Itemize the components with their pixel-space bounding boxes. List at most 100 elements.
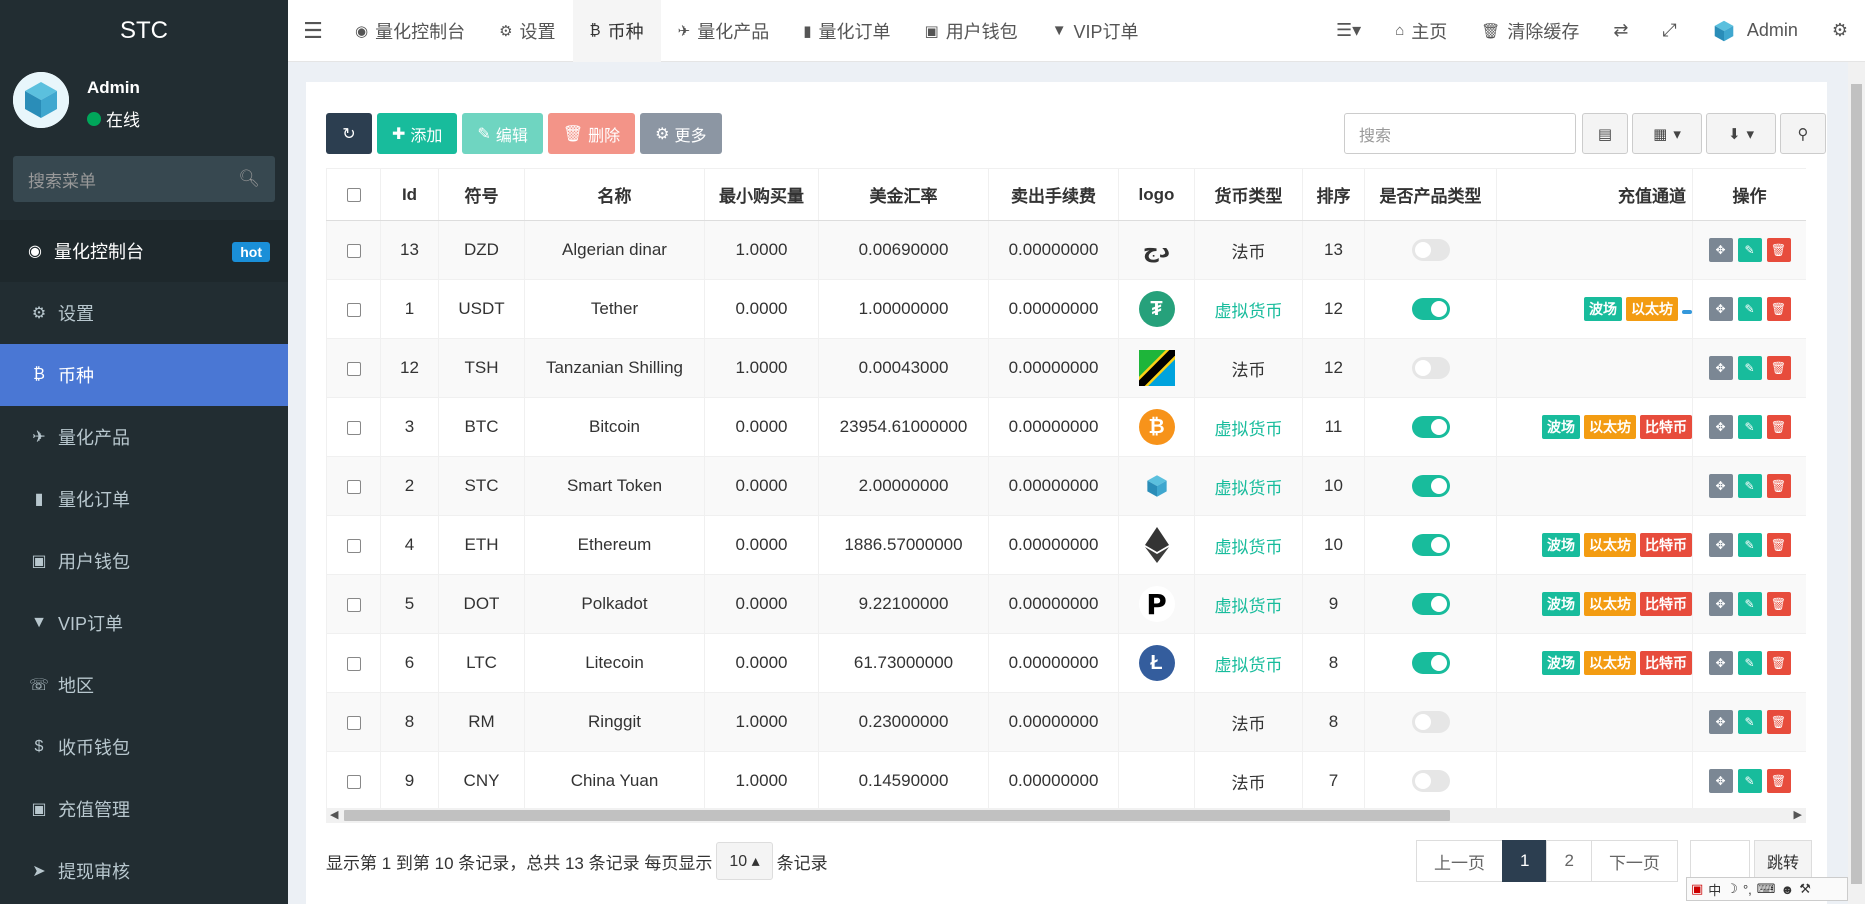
jump-button[interactable]: 跳转 — [1753, 840, 1812, 882]
row-checkbox[interactable] — [326, 456, 381, 516]
row-checkbox[interactable] — [326, 220, 381, 280]
scroll-right-icon[interactable]: ▶ — [1794, 808, 1802, 821]
sidebar-item-settings[interactable]: ⚙ 设置 — [0, 282, 288, 344]
home-link[interactable]: ⌂ 主页 — [1378, 0, 1464, 62]
ime-toolbar[interactable]: ▣ 中 ☽ °, ⌨ ☻ ⚒ — [1686, 877, 1848, 901]
column-header[interactable]: 是否产品类型 — [1364, 168, 1497, 221]
search-icon[interactable]: 🔍︎ — [238, 169, 260, 189]
delete-row-icon[interactable]: 🗑︎ — [1766, 592, 1791, 616]
more-button[interactable]: ⚙ 更多 — [640, 113, 722, 154]
row-checkbox[interactable] — [326, 338, 381, 398]
row-checkbox[interactable] — [326, 751, 381, 808]
product-type-toggle[interactable] — [1411, 357, 1450, 379]
admin-menu[interactable]: Admin — [1694, 0, 1815, 62]
brand-logo[interactable]: STC — [0, 0, 288, 62]
tab-user-wallet[interactable]: ▣ 用户钱包 — [908, 0, 1035, 62]
sidebar-item-user-wallet[interactable]: ▣ 用户钱包 — [0, 530, 288, 592]
ime-mode[interactable]: 中 — [1708, 880, 1721, 899]
search-input[interactable]: 搜索 — [1344, 113, 1576, 154]
drag-move-icon[interactable]: ✥ — [1708, 238, 1733, 262]
edit-row-icon[interactable]: ✎ — [1737, 592, 1762, 616]
sidebar-item-dashboard[interactable]: ◉ 量化控制台 hot — [0, 220, 288, 282]
delete-button[interactable]: 🗑︎ 删除 — [547, 113, 636, 154]
gears-icon[interactable]: ⚙ — [1815, 0, 1865, 62]
column-header[interactable]: 充值通道 — [1496, 168, 1693, 221]
edit-row-icon[interactable]: ✎ — [1737, 356, 1762, 380]
drag-move-icon[interactable]: ✥ — [1708, 710, 1733, 734]
cell-currency-type[interactable]: 法币 — [1194, 338, 1303, 398]
page-2-button[interactable]: 2 — [1546, 840, 1592, 882]
delete-row-icon[interactable]: 🗑︎ — [1766, 769, 1791, 793]
column-header[interactable]: logo — [1118, 168, 1195, 221]
product-type-toggle[interactable] — [1411, 475, 1450, 497]
horizontal-scrollbar[interactable]: ◀ ▶ — [326, 808, 1806, 823]
delete-row-icon[interactable]: 🗑︎ — [1766, 415, 1791, 439]
row-checkbox[interactable] — [326, 574, 381, 634]
delete-row-icon[interactable]: 🗑︎ — [1766, 297, 1791, 321]
tab-vip-orders[interactable]: ▼ VIP订单 — [1035, 0, 1156, 62]
vertical-scrollbar[interactable] — [1848, 62, 1865, 904]
cell-product-toggle[interactable] — [1364, 751, 1497, 808]
cell-product-toggle[interactable] — [1364, 574, 1497, 634]
column-header[interactable]: 货币类型 — [1194, 168, 1303, 221]
scrollbar-thumb[interactable] — [344, 810, 1450, 821]
edit-button[interactable]: ✎ 编辑 — [462, 113, 543, 154]
product-type-toggle[interactable] — [1411, 711, 1450, 733]
drag-move-icon[interactable]: ✥ — [1708, 297, 1733, 321]
product-type-toggle[interactable] — [1411, 770, 1450, 792]
delete-row-icon[interactable]: 🗑︎ — [1766, 533, 1791, 557]
toggle-view-button[interactable]: ▤ — [1582, 113, 1628, 154]
cell-product-toggle[interactable] — [1364, 515, 1497, 575]
scroll-left-icon[interactable]: ◀ — [330, 808, 338, 821]
drag-move-icon[interactable]: ✥ — [1708, 533, 1733, 557]
edit-row-icon[interactable]: ✎ — [1737, 415, 1762, 439]
delete-row-icon[interactable]: 🗑︎ — [1766, 238, 1791, 262]
prev-page-button[interactable]: 上一页 — [1416, 840, 1503, 882]
product-type-toggle[interactable] — [1411, 298, 1450, 320]
table-row[interactable]: 3 BTC Bitcoin 0.0000 23954.61000000 0.0000000… — [326, 397, 1806, 457]
table-row[interactable]: 9 CNY China Yuan 1.0000 0.14590000 0.00000000… — [326, 751, 1806, 808]
tab-quant-orders[interactable]: ▮ 量化订单 — [786, 0, 907, 62]
column-header[interactable]: 名称 — [524, 168, 705, 221]
cell-currency-type[interactable]: 法币 — [1194, 692, 1303, 752]
row-checkbox[interactable] — [326, 633, 381, 693]
cell-product-toggle[interactable] — [1364, 220, 1497, 280]
row-checkbox[interactable] — [326, 692, 381, 752]
cell-currency-type[interactable]: 虚拟货币 — [1194, 515, 1303, 575]
scrollbar-thumb[interactable] — [1851, 84, 1862, 884]
column-header[interactable]: 卖出手续费 — [988, 168, 1119, 221]
cell-currency-type[interactable]: 虚拟货币 — [1194, 456, 1303, 516]
more-tabs-dropdown[interactable]: ☰▾ — [1319, 0, 1378, 62]
next-page-button[interactable]: 下一页 — [1590, 840, 1678, 882]
tab-currency[interactable]: ₿ 币种 — [572, 0, 661, 62]
page-1-button[interactable]: 1 — [1502, 840, 1548, 882]
table-row[interactable]: 5 DOT Polkadot 0.0000 9.22100000 0.00000000 P 虚… — [326, 574, 1806, 634]
clear-cache-button[interactable]: 🗑︎ 清除缓存 — [1464, 0, 1596, 62]
table-row[interactable]: 1 USDT Tether 0.0000 1.00000000 0.00000000 ₮ 虚拟… — [326, 279, 1806, 339]
product-type-toggle[interactable] — [1411, 534, 1450, 556]
product-type-toggle[interactable] — [1411, 239, 1450, 261]
edit-row-icon[interactable]: ✎ — [1737, 474, 1762, 498]
row-checkbox[interactable] — [326, 279, 381, 339]
drag-move-icon[interactable]: ✥ — [1708, 592, 1733, 616]
column-header[interactable]: 美金汇率 — [818, 168, 989, 221]
cell-product-toggle[interactable] — [1364, 397, 1497, 457]
delete-row-icon[interactable]: 🗑︎ — [1766, 651, 1791, 675]
sidebar-item-currency[interactable]: ₿ 币种 — [0, 344, 288, 406]
edit-row-icon[interactable]: ✎ — [1737, 651, 1762, 675]
sidebar-item-vip-orders[interactable]: ▼ VIP订单 — [0, 592, 288, 654]
delete-row-icon[interactable]: 🗑︎ — [1766, 474, 1791, 498]
table-row[interactable]: 4 ETH Ethereum 0.0000 1886.57000000 0.0000000… — [326, 515, 1806, 575]
add-button[interactable]: ✚ 添加 — [377, 113, 458, 154]
table-row[interactable]: 6 LTC Litecoin 0.0000 61.73000000 0.00000000 Ł… — [326, 633, 1806, 693]
cell-currency-type[interactable]: 虚拟货币 — [1194, 397, 1303, 457]
tab-quant-products[interactable]: ✈ 量化产品 — [661, 0, 787, 62]
cell-currency-type[interactable]: 虚拟货币 — [1194, 279, 1303, 339]
sidebar-search-input[interactable]: 搜索菜单 🔍︎ — [13, 156, 275, 202]
table-row[interactable]: 13 DZD Algerian dinar 1.0000 0.00690000 0.000… — [326, 220, 1806, 280]
edit-row-icon[interactable]: ✎ — [1737, 769, 1762, 793]
cell-product-toggle[interactable] — [1364, 279, 1497, 339]
cell-currency-type[interactable]: 虚拟货币 — [1194, 633, 1303, 693]
cell-product-toggle[interactable] — [1364, 456, 1497, 516]
table-row[interactable]: 12 TSH Tanzanian Shilling 1.0000 0.00043000 0… — [326, 338, 1806, 398]
